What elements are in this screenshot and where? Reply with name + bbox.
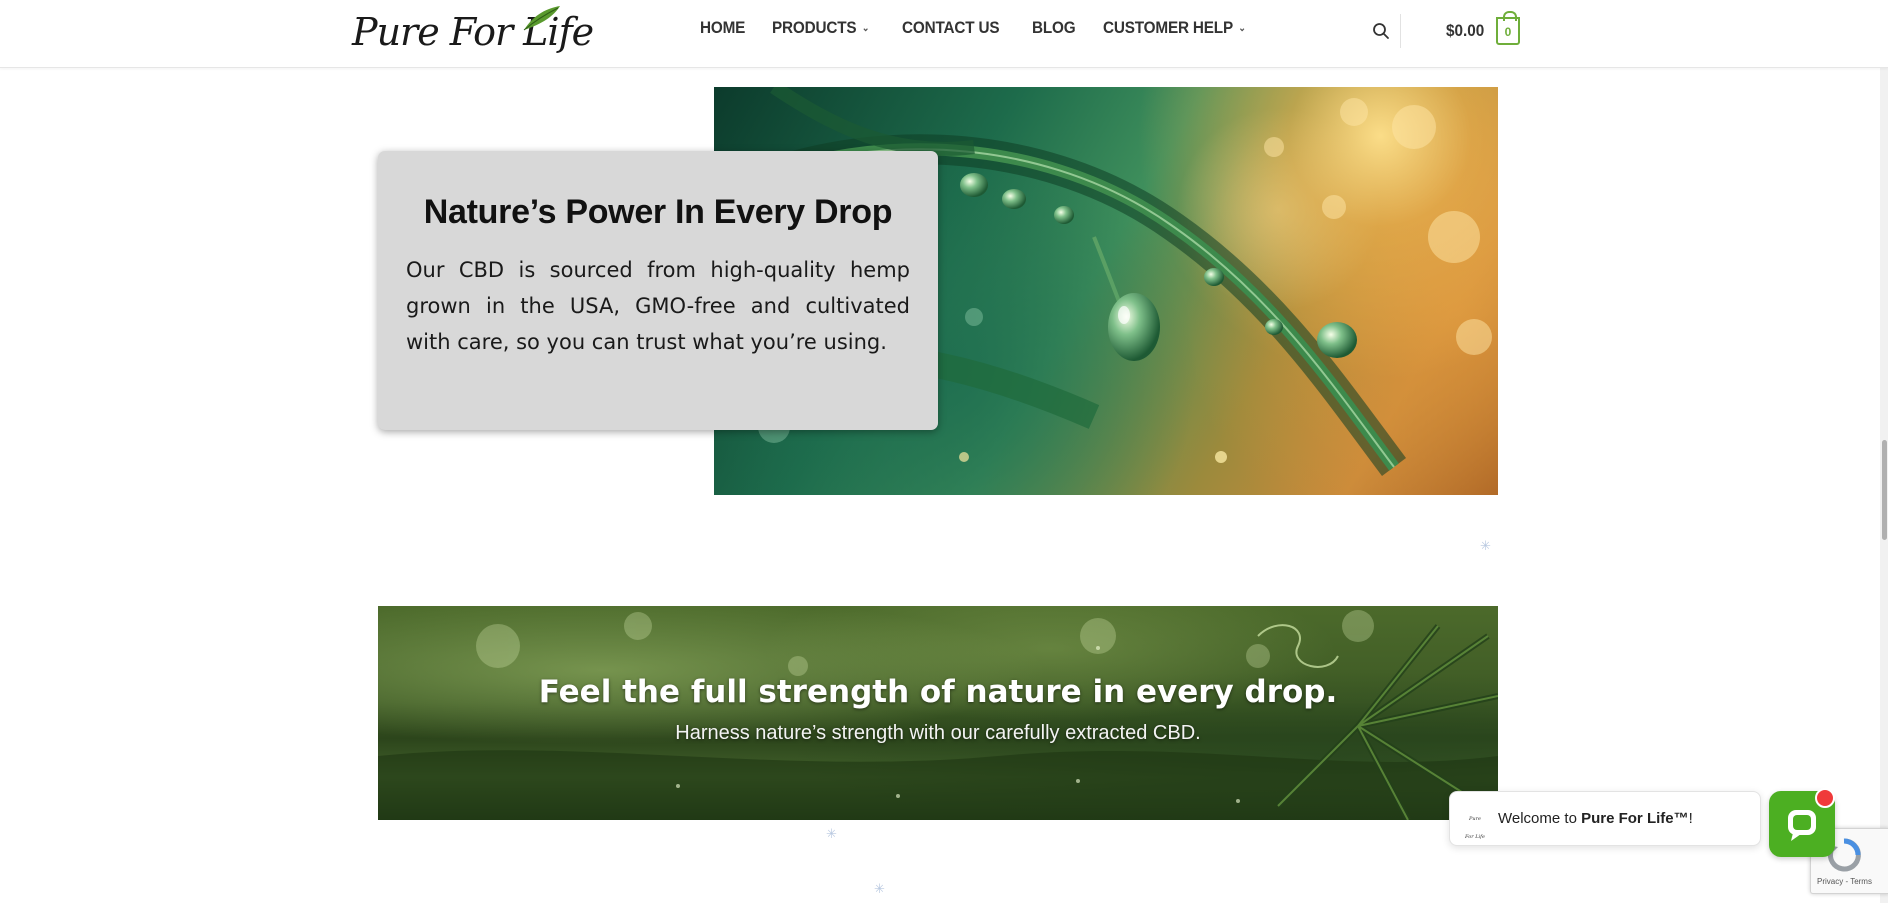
leaf-icon bbox=[523, 6, 560, 31]
chevron-down-icon: ⌄ bbox=[862, 22, 870, 34]
feature-card: Nature’s Power In Every Drop Our CBD is … bbox=[378, 151, 938, 430]
chat-brand: Pure For Life™ bbox=[1581, 810, 1689, 827]
nav-blog-label: BLOG bbox=[1032, 18, 1076, 37]
chat-welcome-bubble[interactable]: Pure For Life Welcome to Pure For Life™! bbox=[1449, 791, 1761, 846]
nav-customer-help[interactable]: CUSTOMER HELP ⌄ bbox=[1103, 18, 1246, 38]
nav-products-label: PRODUCTS bbox=[772, 18, 857, 37]
feature-body: Our CBD is sourced from high-quality hem… bbox=[406, 258, 910, 354]
site-header: Pure For Life HOME PRODUCTS ⌄ CONTACT US… bbox=[0, 0, 1888, 68]
sparkle-decoration: ✳ bbox=[874, 881, 885, 896]
nav-home-label: HOME bbox=[700, 18, 746, 37]
recaptcha-links[interactable]: Privacy - Terms bbox=[1817, 877, 1872, 886]
promo-banner: Feel the full strength of nature in ever… bbox=[378, 606, 1498, 820]
scrollbar-thumb[interactable] bbox=[1882, 440, 1887, 540]
chat-message-prefix: Welcome to bbox=[1498, 810, 1582, 827]
nav-contact-label: CONTACT US bbox=[902, 18, 1000, 37]
banner-subtitle: Harness nature’s strength with our caref… bbox=[675, 722, 1201, 744]
banner-title: Feel the full strength of nature in ever… bbox=[538, 674, 1338, 710]
chat-welcome-message: Welcome to Pure For Life™! bbox=[1498, 810, 1693, 827]
header-divider bbox=[1400, 14, 1401, 48]
sparkle-decoration: ✳ bbox=[826, 826, 837, 841]
search-icon[interactable] bbox=[1372, 22, 1390, 40]
chevron-down-icon: ⌄ bbox=[1238, 22, 1246, 34]
chat-message-suffix: ! bbox=[1688, 810, 1693, 827]
cart-count: 0 bbox=[1504, 25, 1512, 39]
site-logo[interactable]: Pure For Life bbox=[352, 6, 594, 56]
chat-avatar: Pure For Life bbox=[1465, 816, 1485, 840]
nav-products[interactable]: PRODUCTS ⌄ bbox=[772, 18, 869, 38]
nav-contact-us[interactable]: CONTACT US bbox=[902, 18, 1000, 38]
water-leaf-illustration bbox=[378, 610, 1498, 820]
sparkle-decoration: ✳ bbox=[1480, 538, 1491, 553]
nav-customer-help-label: CUSTOMER HELP bbox=[1102, 18, 1233, 37]
main-nav: HOME PRODUCTS ⌄ CONTACT US BLOG CUSTOMER… bbox=[700, 18, 1283, 38]
nav-blog[interactable]: BLOG bbox=[1032, 18, 1076, 38]
cart-total[interactable]: $0.00 bbox=[1446, 21, 1484, 41]
cart-bag-icon[interactable]: 0 bbox=[1496, 11, 1520, 45]
nav-home[interactable]: HOME bbox=[700, 18, 745, 38]
notification-badge bbox=[1815, 788, 1835, 808]
feature-title: Nature’s Power In Every Drop bbox=[423, 193, 893, 231]
